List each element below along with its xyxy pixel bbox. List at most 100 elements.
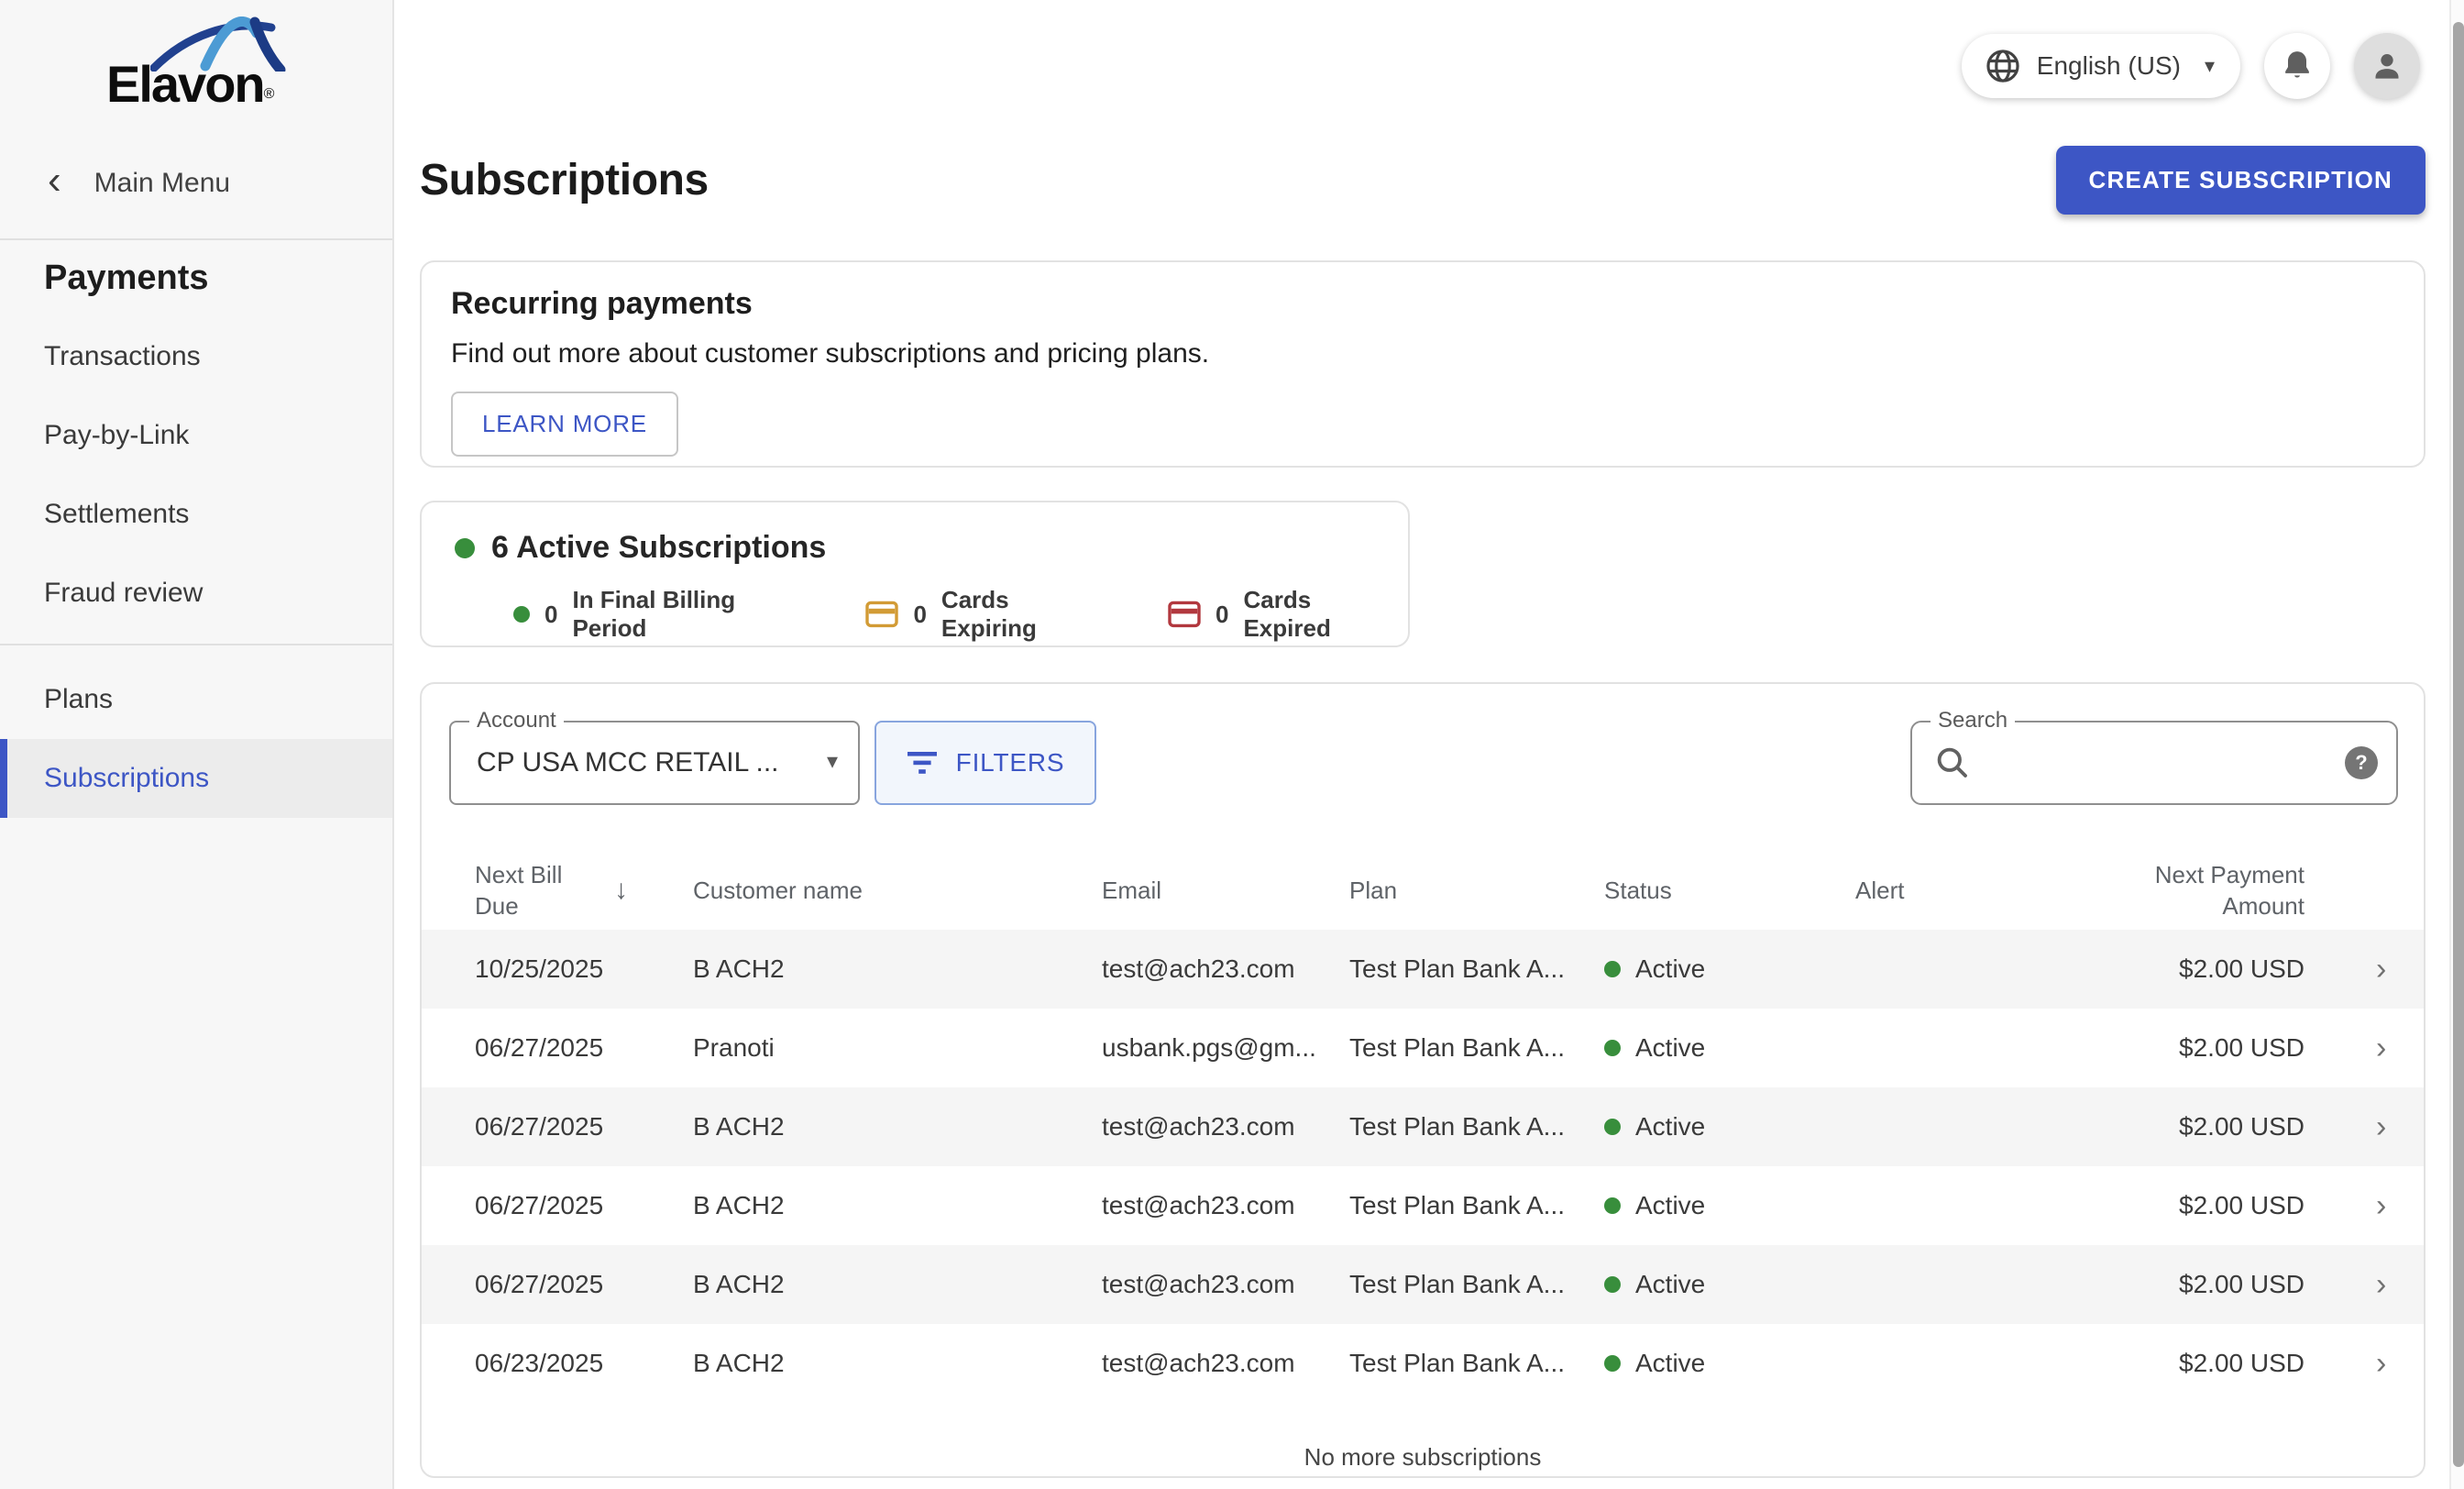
subscriptions-table-card: Account CP USA MCC RETAIL ... ▾ FILTERS … [420, 682, 2426, 1478]
cell-next-bill-due: 06/23/2025 [422, 1349, 693, 1378]
cell-plan: Test Plan Bank A... [1349, 1033, 1604, 1063]
sidebar-divider [0, 644, 392, 645]
table-header-row: Next Bill Due ↓ Customer name Email Plan… [422, 851, 2424, 930]
chevron-right-icon[interactable]: › [2304, 1031, 2426, 1066]
table-row[interactable]: 06/23/2025 B ACH2 test@ach23.com Test Pl… [422, 1324, 2424, 1403]
summary-title: 6 Active Subscriptions [491, 530, 826, 566]
scrollbar-thumb[interactable] [2453, 22, 2464, 1467]
cell-plan: Test Plan Bank A... [1349, 954, 1604, 984]
table-row[interactable]: 06/27/2025 B ACH2 test@ach23.com Test Pl… [422, 1166, 2424, 1245]
cell-next-bill-due: 06/27/2025 [422, 1270, 693, 1299]
credit-card-amber-icon [865, 601, 898, 628]
chevron-right-icon[interactable]: › [2304, 1188, 2426, 1224]
cell-next-bill-due: 10/25/2025 [422, 954, 693, 984]
cell-plan: Test Plan Bank A... [1349, 1349, 1604, 1378]
stat-label: Cards Expiring [941, 586, 1080, 643]
cell-status: Active [1604, 1270, 1855, 1299]
summary-stats: 0 In Final Billing Period 0 Cards Expiri… [455, 586, 1375, 643]
table-row[interactable]: 10/25/2025 B ACH2 test@ach23.com Test Pl… [422, 930, 2424, 1009]
main-content: English (US) ▾ Subscriptions CREATE SUBS… [396, 0, 2449, 1489]
stat-cards-expired: 0 Cards Expired [1168, 586, 1375, 643]
sidebar-item-plans[interactable]: Plans [0, 660, 392, 739]
status-dot-icon [1604, 1355, 1621, 1372]
column-header-alert[interactable]: Alert [1855, 877, 2106, 905]
table-row[interactable]: 06/27/2025 B ACH2 test@ach23.com Test Pl… [422, 1087, 2424, 1166]
column-header-status[interactable]: Status [1604, 877, 1855, 905]
stat-final-billing-period: 0 In Final Billing Period [513, 586, 777, 643]
summary-header: 6 Active Subscriptions [455, 530, 1375, 566]
cell-next-bill-due: 06/27/2025 [422, 1033, 693, 1063]
language-selector[interactable]: English (US) ▾ [1962, 34, 2240, 98]
globe-icon [1986, 49, 2020, 83]
cell-status: Active [1604, 1349, 1855, 1378]
sidebar-nav-secondary: Plans Subscriptions [0, 660, 392, 818]
sidebar: Elavon® ‹ Main Menu Payments Transaction… [0, 0, 394, 1489]
account-select[interactable]: Account CP USA MCC RETAIL ... ▾ [449, 721, 860, 805]
cell-plan: Test Plan Bank A... [1349, 1270, 1604, 1299]
cell-amount: $2.00 USD [2106, 1349, 2304, 1378]
sidebar-item-settlements[interactable]: Settlements [0, 475, 392, 554]
cell-amount: $2.00 USD [2106, 1270, 2304, 1299]
learn-more-button[interactable]: LEARN MORE [451, 392, 678, 457]
stat-cards-expiring: 0 Cards Expiring [865, 586, 1080, 643]
cell-customer-name: B ACH2 [693, 1112, 1102, 1142]
chevron-right-icon[interactable]: › [2304, 1267, 2426, 1303]
cell-next-bill-due: 06/27/2025 [422, 1191, 693, 1220]
chevron-right-icon[interactable]: › [2304, 1346, 2426, 1382]
recurring-payments-card: Recurring payments Find out more about c… [420, 260, 2426, 468]
promo-description: Find out more about customer subscriptio… [451, 338, 2394, 369]
cell-email: test@ach23.com [1102, 1112, 1349, 1142]
table-row[interactable]: 06/27/2025 B ACH2 test@ach23.com Test Pl… [422, 1245, 2424, 1324]
cell-customer-name: Pranoti [693, 1033, 1102, 1063]
main-menu-label: Main Menu [94, 168, 230, 199]
stat-label: In Final Billing Period [572, 586, 777, 643]
cell-amount: $2.00 USD [2106, 1033, 2304, 1063]
column-header-next-bill-due[interactable]: Next Bill Due ↓ [422, 859, 693, 921]
active-subscriptions-summary-card: 6 Active Subscriptions 0 In Final Billin… [420, 501, 1410, 647]
column-header-plan[interactable]: Plan [1349, 877, 1604, 905]
back-to-main-menu[interactable]: ‹ Main Menu [0, 158, 392, 209]
page-header: Subscriptions CREATE SUBSCRIPTION [420, 143, 2426, 216]
status-dot-icon [1604, 1197, 1621, 1214]
search-field: Search ? [1910, 721, 2398, 805]
table-body: 10/25/2025 B ACH2 test@ach23.com Test Pl… [422, 930, 2424, 1403]
chevron-right-icon[interactable]: › [2304, 1109, 2426, 1145]
filters-label: FILTERS [956, 748, 1065, 778]
sidebar-item-subscriptions[interactable]: Subscriptions [0, 739, 392, 818]
table-footer-message: No more subscriptions [422, 1443, 2424, 1472]
table-row[interactable]: 06/27/2025 Pranoti usbank.pgs@gm... Test… [422, 1009, 2424, 1087]
cell-customer-name: B ACH2 [693, 1191, 1102, 1220]
vertical-scrollbar [2449, 0, 2464, 1489]
cell-email: test@ach23.com [1102, 1349, 1349, 1378]
create-subscription-button[interactable]: CREATE SUBSCRIPTION [2056, 146, 2426, 215]
filters-button[interactable]: FILTERS [874, 721, 1096, 805]
promo-title: Recurring payments [451, 286, 2394, 322]
help-icon[interactable]: ? [2345, 746, 2378, 779]
registered-mark: ® [264, 86, 275, 102]
cell-customer-name: B ACH2 [693, 1270, 1102, 1299]
brand-name: Elavon® [106, 54, 274, 114]
column-header-next-payment-amount[interactable]: Next Payment Amount [2106, 859, 2304, 921]
stat-label: Cards Expired [1243, 586, 1375, 643]
sidebar-section-title: Payments [44, 259, 209, 298]
green-dot-icon [513, 606, 530, 623]
account-button[interactable] [2354, 33, 2420, 99]
sidebar-nav-primary: Transactions Pay-by-Link Settlements Fra… [0, 317, 392, 633]
column-header-customer-name[interactable]: Customer name [693, 877, 1102, 905]
sidebar-item-transactions[interactable]: Transactions [0, 317, 392, 396]
sort-desc-arrow-icon[interactable]: ↓ [614, 875, 628, 906]
sidebar-item-fraud-review[interactable]: Fraud review [0, 554, 392, 633]
filter-icon [907, 750, 938, 776]
chevron-right-icon[interactable]: › [2304, 952, 2426, 987]
caret-down-icon: ▾ [827, 748, 838, 775]
search-input[interactable] [1986, 747, 2330, 778]
cell-email: test@ach23.com [1102, 1191, 1349, 1220]
column-header-email[interactable]: Email [1102, 877, 1349, 905]
cell-next-bill-due: 06/27/2025 [422, 1112, 693, 1142]
sidebar-item-pay-by-link[interactable]: Pay-by-Link [0, 396, 392, 475]
notifications-button[interactable] [2264, 33, 2330, 99]
cell-plan: Test Plan Bank A... [1349, 1191, 1604, 1220]
status-dot-icon [1604, 1040, 1621, 1056]
cell-status: Active [1604, 1112, 1855, 1142]
cell-amount: $2.00 USD [2106, 1112, 2304, 1142]
